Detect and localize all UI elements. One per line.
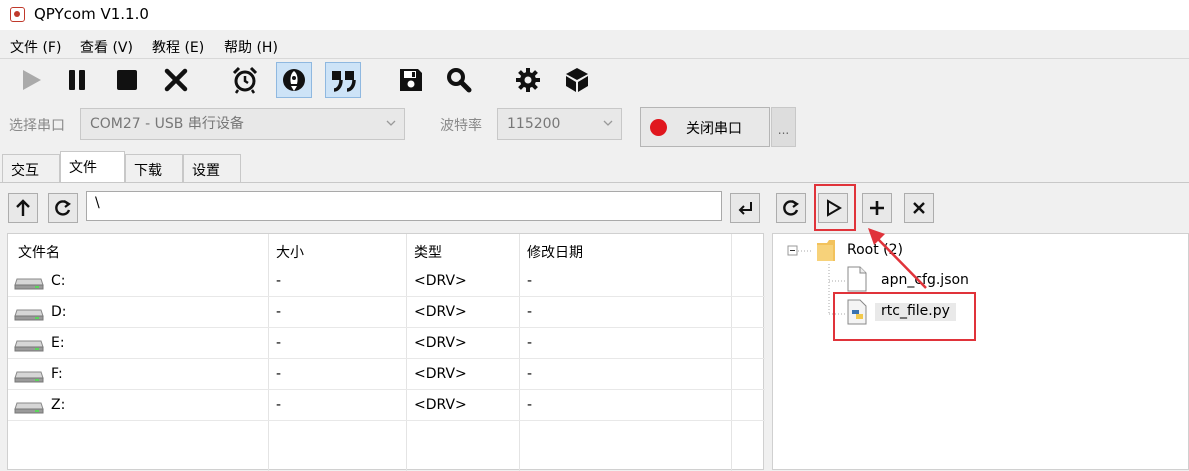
menu-divider [0, 58, 1189, 59]
port-select[interactable]: COM27 - USB 串行设备 [80, 108, 405, 140]
file-date: - [527, 335, 533, 351]
pause-icon [69, 70, 85, 90]
enter-path-button[interactable] [730, 193, 760, 223]
clear-button[interactable] [158, 62, 194, 98]
play-icon [23, 70, 41, 90]
file-name: Z: [51, 397, 66, 413]
file-type: <DRV> [414, 273, 467, 289]
add-file-button[interactable] [862, 193, 892, 223]
file-type: <DRV> [414, 335, 467, 351]
highlight-run-button [814, 184, 856, 231]
local-file-table: 文件名 大小 类型 修改日期 C: - <DRV> - D: - <DRV> -… [7, 233, 765, 471]
package-box-icon [566, 68, 588, 92]
file-date: - [527, 366, 533, 382]
refresh-remote-button[interactable] [776, 193, 806, 223]
device-file-tree: Root (2) apn_cfg.json rtc_file.py [772, 233, 1189, 470]
baud-label: 波特率 [440, 118, 482, 134]
annotation-arrow-icon [868, 228, 927, 289]
file-name: F: [51, 366, 63, 382]
close-x-icon [164, 68, 188, 92]
baud-select[interactable]: 115200 [497, 108, 622, 140]
record-dot-icon [650, 119, 667, 136]
refresh-icon [55, 200, 71, 216]
file-date: - [527, 397, 533, 413]
refresh-local-button[interactable] [48, 193, 78, 223]
rocket-toggle-button[interactable] [276, 62, 312, 98]
save-icon [400, 69, 422, 91]
file-size: - [276, 273, 282, 289]
file-date: - [527, 273, 533, 289]
save-button[interactable] [393, 62, 429, 98]
file-size: - [276, 335, 282, 351]
column-header-date[interactable]: 修改日期 [527, 242, 583, 262]
column-header-name[interactable]: 文件名 [18, 242, 60, 262]
menu-help[interactable]: 帮助 (H) [224, 37, 278, 57]
package-button[interactable] [559, 62, 595, 98]
port-value: COM27 - USB 串行设备 [90, 116, 244, 132]
file-size: - [276, 397, 282, 413]
file-name: E: [51, 335, 65, 351]
file-type: <DRV> [414, 304, 467, 320]
folder-icon [817, 240, 835, 261]
file-type: <DRV> [414, 397, 467, 413]
run-button[interactable] [13, 62, 49, 98]
app-logo-icon [10, 7, 25, 22]
drive-icon [14, 278, 44, 290]
menu-file[interactable]: 文件 (F) [10, 37, 61, 57]
drive-icon [14, 340, 44, 352]
pause-button[interactable] [59, 62, 95, 98]
arrow-up-icon [16, 199, 30, 216]
highlight-rtc-file [833, 292, 976, 341]
chevron-down-icon [386, 120, 396, 126]
delete-file-button[interactable] [904, 193, 934, 223]
close-serial-label: 关闭串口 [686, 121, 742, 137]
timer-button[interactable] [227, 62, 263, 98]
menu-tutorial[interactable]: 教程 (E) [152, 37, 204, 57]
tree-lines [787, 245, 845, 315]
quote-toggle-button[interactable] [325, 62, 361, 98]
column-header-type[interactable]: 类型 [414, 242, 442, 262]
stop-icon [117, 70, 137, 90]
drive-icon [14, 371, 44, 383]
port-label: 选择串口 [9, 118, 65, 134]
window-title: QPYcom V1.1.0 [34, 5, 149, 23]
up-directory-button[interactable] [8, 193, 38, 223]
settings-button[interactable] [510, 62, 546, 98]
tab-divider [0, 182, 1189, 183]
drive-icon [14, 309, 44, 321]
tab-interaction[interactable]: 交互 [2, 154, 60, 182]
chevron-down-icon [603, 120, 613, 126]
enter-return-icon [738, 202, 752, 215]
tab-files[interactable]: 文件 [60, 151, 125, 183]
drive-icon [14, 402, 44, 414]
file-size: - [276, 366, 282, 382]
column-header-size[interactable]: 大小 [276, 242, 304, 262]
path-input[interactable]: \ [86, 191, 722, 221]
baud-value: 115200 [507, 116, 561, 132]
search-icon [447, 68, 472, 93]
file-type: <DRV> [414, 366, 467, 382]
quote-icon [332, 71, 356, 92]
search-button[interactable] [441, 62, 477, 98]
tab-settings[interactable]: 设置 [183, 154, 241, 182]
file-name: D: [51, 304, 67, 320]
close-x-icon [913, 202, 925, 214]
alarm-clock-icon [232, 66, 258, 94]
more-options-button[interactable]: ... [771, 107, 796, 147]
menu-bar: 文件 (F) 查看 (V) 教程 (E) 帮助 (H) [0, 34, 1189, 58]
title-bar [0, 0, 1189, 30]
gear-icon [516, 68, 540, 92]
file-size: - [276, 304, 282, 320]
rocket-icon [283, 69, 305, 91]
file-date: - [527, 304, 533, 320]
refresh-icon [783, 200, 799, 216]
plus-icon [870, 201, 884, 215]
stop-button[interactable] [109, 62, 145, 98]
close-serial-button[interactable]: 关闭串口 [640, 107, 770, 147]
file-name: C: [51, 273, 66, 289]
tab-download[interactable]: 下载 [125, 154, 183, 182]
menu-view[interactable]: 查看 (V) [80, 37, 133, 57]
